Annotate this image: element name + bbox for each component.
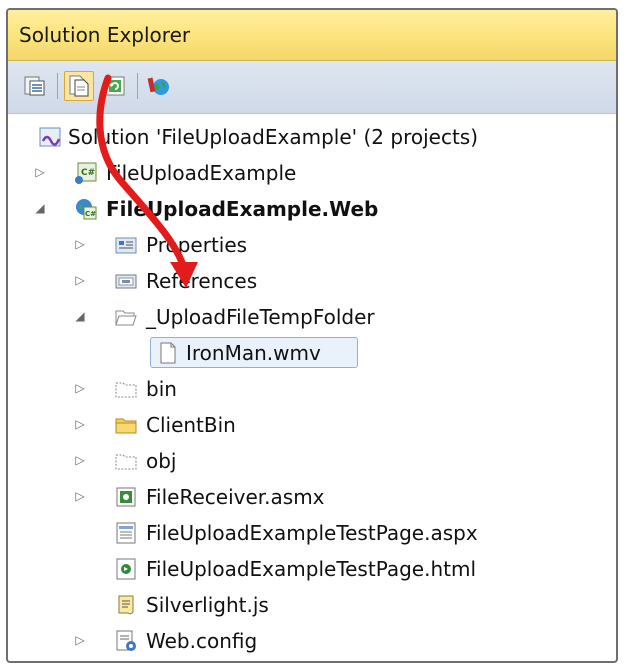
script-file-icon xyxy=(118,595,134,615)
collapsed-arrow-icon[interactable]: ▷ xyxy=(74,490,86,502)
collapsed-arrow-icon[interactable]: ▷ xyxy=(74,382,86,394)
tree-item-label: Silverlight.js xyxy=(146,593,269,617)
tree-item-solution[interactable]: Solution 'FileUploadExample' (2 projects… xyxy=(8,120,616,154)
view-in-browser-button[interactable] xyxy=(144,71,174,101)
folder-dotted-icon xyxy=(115,382,137,398)
tree-item-label: Properties xyxy=(146,233,248,257)
tree-item-clientbin[interactable]: ▷ ClientBin xyxy=(8,408,616,442)
tree-item-obj[interactable]: ▷ obj xyxy=(8,444,616,478)
toolbar xyxy=(8,61,616,114)
tree-item-label: FileUploadExample xyxy=(106,161,297,185)
solution-tree: Solution 'FileUploadExample' (2 projects… xyxy=(8,114,616,661)
tree-item-label: obj xyxy=(146,449,177,473)
toolbar-separator xyxy=(137,73,138,99)
properties-icon xyxy=(24,76,45,96)
tree-item-testpage-aspx[interactable]: FileUploadExampleTestPage.aspx xyxy=(8,516,616,550)
collapsed-arrow-icon[interactable]: ▷ xyxy=(74,274,86,286)
web-project-icon: C# xyxy=(76,199,97,220)
expanded-arrow-icon[interactable]: ◢ xyxy=(74,310,86,322)
html-page-icon xyxy=(116,558,136,580)
config-file-icon xyxy=(116,630,136,651)
title-bar[interactable]: Solution Explorer xyxy=(8,10,616,61)
tree-item-silverlight-js[interactable]: Silverlight.js xyxy=(8,588,616,622)
tree-item-bin[interactable]: ▷ bin xyxy=(8,372,616,406)
tree-item-references[interactable]: ▷ References xyxy=(8,264,616,298)
show-all-files-icon xyxy=(69,75,89,97)
open-folder-icon xyxy=(115,310,137,326)
tree-item-label: FileUploadExampleTestPage.html xyxy=(146,557,477,581)
tree-item-label: _UploadFileTempFolder xyxy=(146,305,375,329)
collapsed-arrow-icon[interactable]: ▷ xyxy=(34,166,46,178)
csharp-project-icon: C# xyxy=(75,162,97,184)
tree-item-label: FileReceiver.asmx xyxy=(146,485,325,509)
file-icon xyxy=(160,342,176,364)
properties-folder-icon xyxy=(115,237,137,254)
tree-item-uploadfiletempfolder[interactable]: ◢ _UploadFileTempFolder xyxy=(8,300,616,334)
tree-item-label: IronMan.wmv xyxy=(186,341,321,365)
folder-dotted-icon xyxy=(115,454,137,470)
tree-item-label: bin xyxy=(146,377,177,401)
expanded-arrow-icon[interactable]: ◢ xyxy=(34,202,46,214)
tree-item-fileuploadexample-web[interactable]: ◢ C# FileUploadExample.Web xyxy=(8,192,616,226)
panel-title: Solution Explorer xyxy=(19,23,191,47)
properties-button[interactable] xyxy=(20,71,50,101)
tree-item-properties[interactable]: ▷ Properties xyxy=(8,228,616,262)
view-in-browser-icon xyxy=(147,77,169,95)
collapsed-arrow-icon[interactable]: ▷ xyxy=(74,418,86,430)
tree-item-fileuploadexample[interactable]: ▷ C# FileUploadExample xyxy=(8,156,616,190)
tree-item-filereceiver-asmx[interactable]: ▷ FileReceiver.asmx xyxy=(8,480,616,514)
tree-item-label: Web.config xyxy=(146,629,258,653)
show-all-files-button[interactable] xyxy=(64,71,94,101)
tree-item-label: FileUploadExampleTestPage.aspx xyxy=(146,521,478,545)
refresh-button[interactable] xyxy=(100,71,130,101)
svg-text:C#: C# xyxy=(85,210,96,218)
references-icon xyxy=(115,274,137,289)
collapsed-arrow-icon[interactable]: ▷ xyxy=(74,634,86,646)
tree-item-ironman-wmv[interactable]: IronMan.wmv xyxy=(8,336,616,370)
web-service-icon xyxy=(116,487,136,507)
solution-icon xyxy=(39,127,61,147)
tree-item-testpage-html[interactable]: FileUploadExampleTestPage.html xyxy=(8,552,616,586)
folder-icon xyxy=(115,418,137,434)
toolbar-separator xyxy=(57,73,58,99)
collapsed-arrow-icon[interactable]: ▷ xyxy=(74,454,86,466)
aspx-page-icon xyxy=(116,522,136,544)
solution-explorer-panel: Solution Explorer Solution 'FileUploadEx… xyxy=(6,8,618,663)
tree-item-label: ClientBin xyxy=(146,413,236,437)
refresh-icon xyxy=(105,76,125,96)
collapsed-arrow-icon[interactable]: ▷ xyxy=(74,238,86,250)
svg-text:C#: C# xyxy=(81,168,95,178)
tree-item-web-config[interactable]: ▷ Web.config xyxy=(8,624,616,658)
tree-item-label: FileUploadExample.Web xyxy=(106,197,379,221)
tree-item-label: References xyxy=(146,269,258,293)
tree-item-label: Solution 'FileUploadExample' (2 projects… xyxy=(68,125,479,149)
